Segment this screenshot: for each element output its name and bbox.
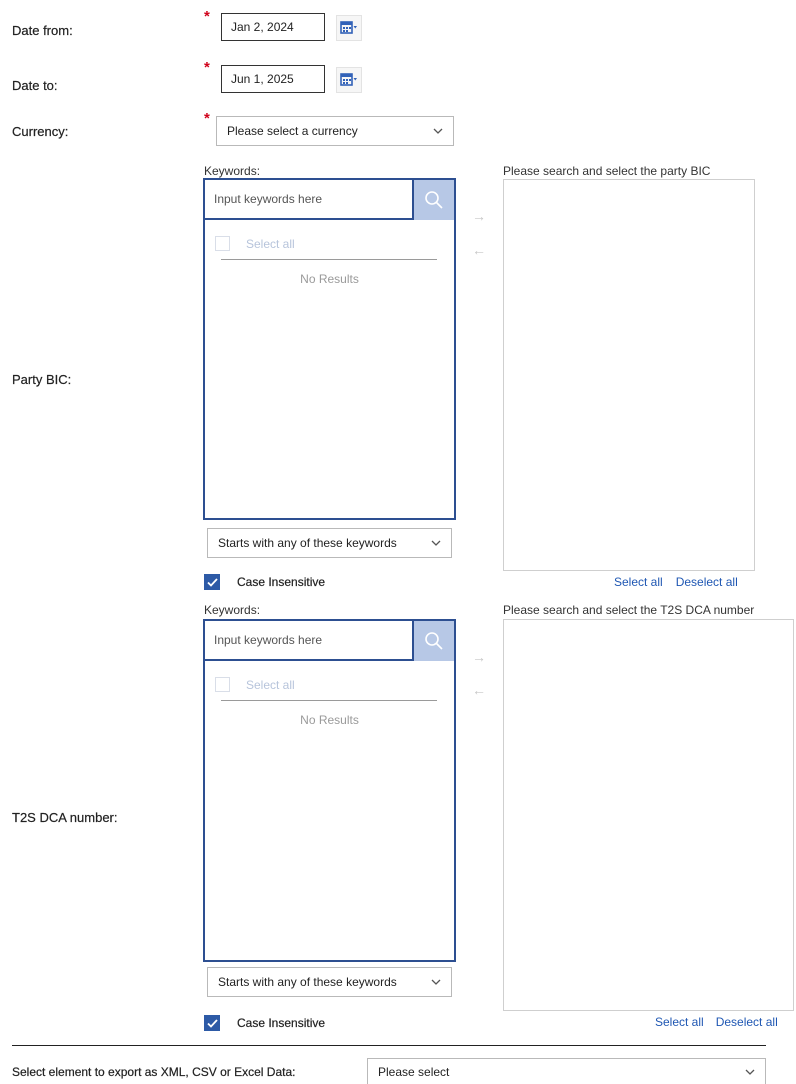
select-all-checkbox[interactable] bbox=[215, 677, 230, 692]
date-to-input[interactable]: Jun 1, 2025 bbox=[221, 65, 325, 93]
party-bic-search-panel: Input keywords here Select all No Result… bbox=[203, 178, 456, 520]
t2s-dca-match-mode-select[interactable]: Starts with any of these keywords bbox=[207, 967, 452, 997]
party-bic-select-all-row[interactable]: Select all bbox=[215, 236, 295, 251]
case-insensitive-checkbox[interactable] bbox=[204, 1015, 220, 1031]
select-all-label: Select all bbox=[246, 236, 295, 251]
arrow-left-icon[interactable]: ← bbox=[472, 682, 486, 698]
select-all-link[interactable]: Select all bbox=[614, 575, 663, 589]
party-bic-match-mode-select[interactable]: Starts with any of these keywords bbox=[207, 528, 452, 558]
deselect-all-link[interactable]: Deselect all bbox=[716, 1015, 778, 1029]
deselect-all-link[interactable]: Deselect all bbox=[676, 575, 738, 589]
party-bic-keywords-label: Keywords: bbox=[204, 164, 261, 178]
chevron-down-icon bbox=[431, 979, 441, 985]
search-icon bbox=[425, 632, 443, 650]
t2s-dca-selected-list[interactable] bbox=[503, 619, 794, 1011]
currency-select[interactable]: Please select a currency bbox=[216, 116, 454, 146]
date-from-calendar-button[interactable] bbox=[336, 15, 362, 41]
select-all-link[interactable]: Select all bbox=[655, 1015, 704, 1029]
arrow-right-icon[interactable]: → bbox=[472, 208, 486, 224]
no-results-text: No Results bbox=[300, 713, 359, 727]
party-bic-link-row: Select all Deselect all bbox=[614, 575, 738, 589]
export-select-value: Please select bbox=[378, 1064, 450, 1079]
chevron-down-icon bbox=[433, 128, 443, 134]
match-mode-value: Starts with any of these keywords bbox=[218, 536, 397, 550]
t2s-dca-search-panel: Input keywords here Select all No Result… bbox=[203, 619, 456, 962]
date-from-input[interactable]: Jan 2, 2024 bbox=[221, 13, 325, 41]
case-insensitive-checkbox[interactable] bbox=[204, 574, 220, 590]
t2s-dca-select-all-row[interactable]: Select all bbox=[215, 677, 295, 692]
section-divider bbox=[12, 1045, 766, 1046]
chevron-down-icon bbox=[431, 540, 441, 546]
required-marker: * bbox=[204, 110, 210, 127]
party-bic-selected-list[interactable] bbox=[503, 179, 755, 571]
no-results-text: No Results bbox=[300, 272, 359, 286]
date-to-calendar-button[interactable] bbox=[336, 67, 362, 93]
checkmark-icon bbox=[206, 1018, 218, 1028]
match-mode-value: Starts with any of these keywords bbox=[218, 975, 397, 989]
t2s-dca-link-row: Select all Deselect all bbox=[655, 1015, 778, 1029]
t2s-dca-search-button[interactable] bbox=[414, 621, 454, 661]
export-label: Select element to export as XML, CSV or … bbox=[12, 1065, 296, 1079]
currency-label: Currency: bbox=[12, 124, 69, 139]
case-insensitive-label: Case Insensitive bbox=[237, 1016, 326, 1030]
arrow-right-icon[interactable]: → bbox=[472, 649, 486, 665]
checkmark-icon bbox=[206, 577, 218, 587]
party-bic-label: Party BIC: bbox=[12, 372, 72, 387]
divider bbox=[221, 700, 437, 701]
date-to-label: Date to: bbox=[12, 78, 58, 93]
party-bic-search-input[interactable]: Input keywords here bbox=[205, 180, 415, 220]
search-icon bbox=[425, 191, 443, 209]
party-bic-case-insensitive[interactable]: Case Insensitive bbox=[204, 574, 325, 590]
t2s-dca-keywords-label: Keywords: bbox=[204, 603, 261, 617]
party-bic-search-button[interactable] bbox=[414, 180, 454, 220]
case-insensitive-label: Case Insensitive bbox=[237, 575, 326, 589]
chevron-down-icon bbox=[745, 1069, 755, 1075]
party-bic-right-caption: Please search and select the party BIC bbox=[503, 164, 711, 178]
arrow-left-icon[interactable]: ← bbox=[472, 242, 486, 258]
divider bbox=[221, 259, 437, 260]
t2s-dca-label: T2S DCA number: bbox=[12, 810, 118, 825]
t2s-dca-case-insensitive[interactable]: Case Insensitive bbox=[204, 1015, 325, 1031]
currency-select-value: Please select a currency bbox=[227, 124, 358, 138]
t2s-dca-search-input[interactable]: Input keywords here bbox=[205, 621, 415, 661]
required-marker: * bbox=[204, 8, 210, 25]
select-all-checkbox[interactable] bbox=[215, 236, 230, 251]
required-marker: * bbox=[204, 59, 210, 76]
select-all-label: Select all bbox=[246, 677, 295, 692]
t2s-dca-right-caption: Please search and select the T2S DCA num… bbox=[503, 603, 755, 617]
calendar-icon bbox=[340, 73, 357, 86]
export-select[interactable]: Please select bbox=[367, 1058, 766, 1084]
date-from-label: Date from: bbox=[12, 23, 73, 38]
calendar-icon bbox=[340, 21, 357, 34]
